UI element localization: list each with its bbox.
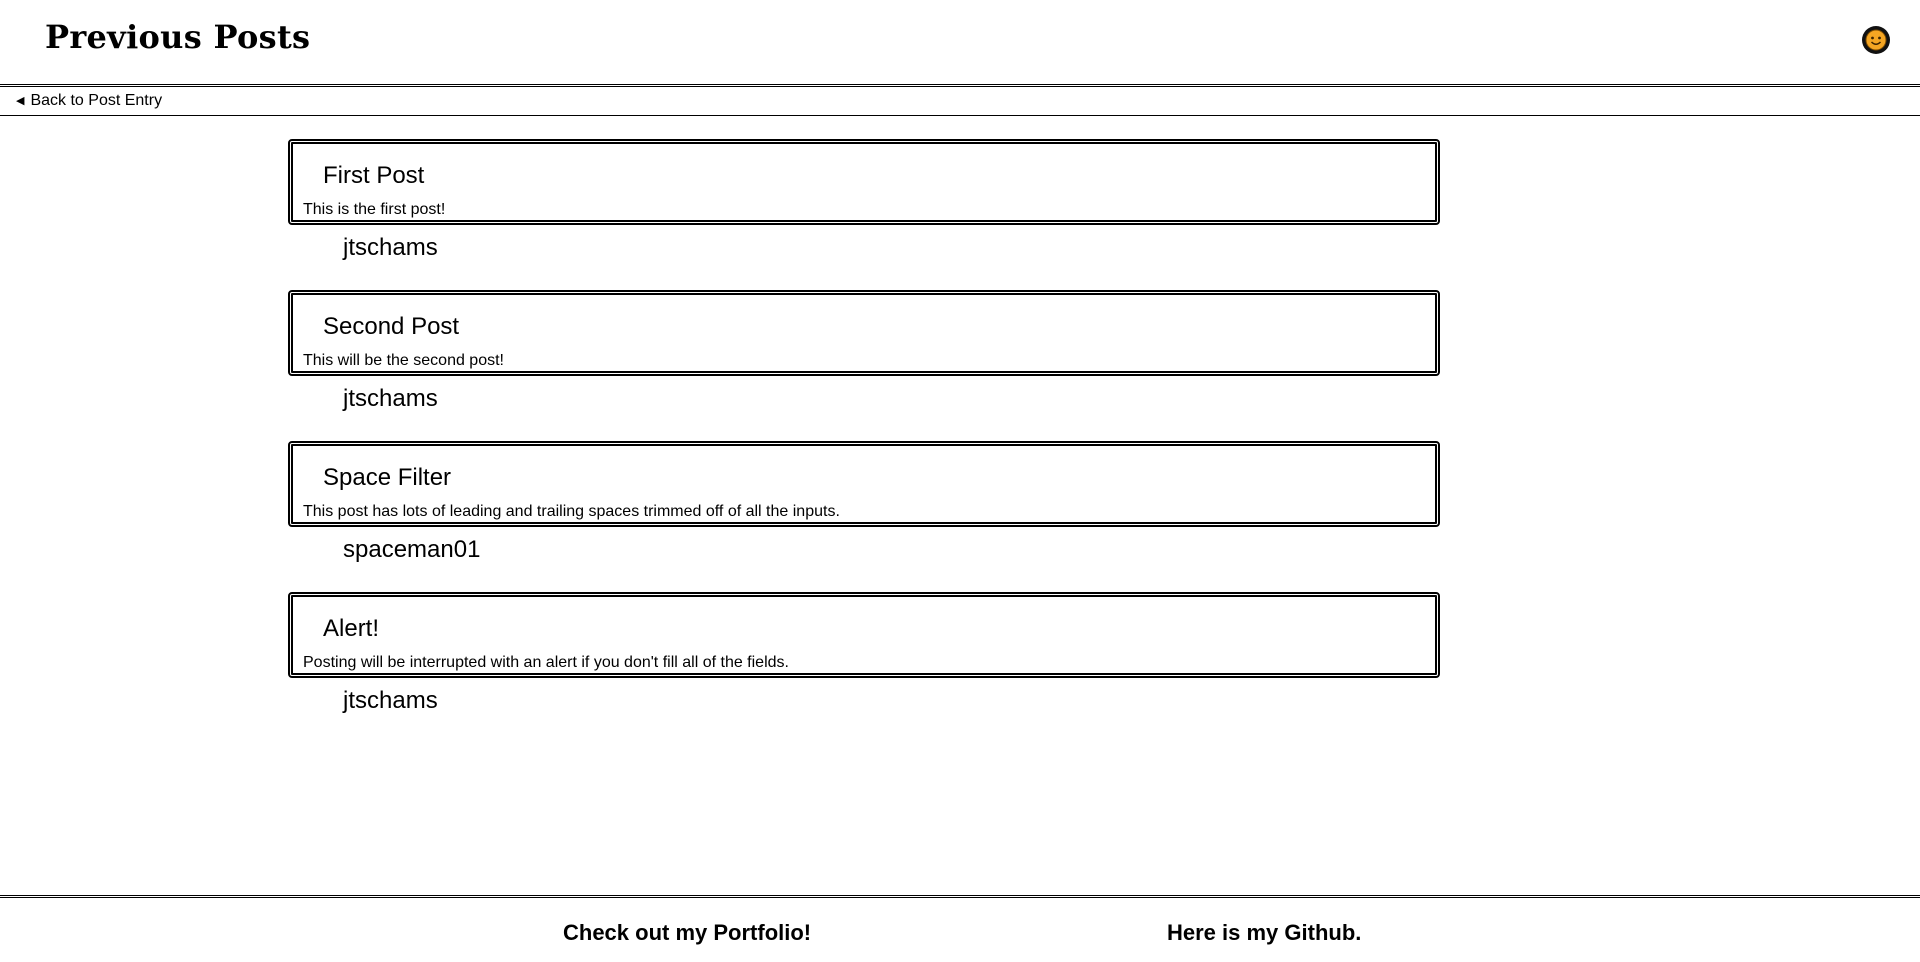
- back-link-label: Back to Post Entry: [30, 92, 163, 109]
- post-author: spaceman01: [343, 536, 481, 563]
- page-header: Previous Posts: [0, 0, 1920, 84]
- post-body: This post has lots of leading and traili…: [303, 503, 840, 520]
- post-author: jtschams: [343, 385, 438, 412]
- post-item: First Post This is the first post! jtsch…: [288, 139, 1440, 265]
- post-author: jtschams: [343, 234, 438, 261]
- post-card: Alert! Posting will be interrupted with …: [288, 592, 1440, 678]
- post-card: First Post This is the first post!: [288, 139, 1440, 225]
- post-list: First Post This is the first post! jtsch…: [288, 139, 1440, 743]
- smiley-avatar-icon: [1865, 29, 1887, 51]
- page-footer: Check out my Portfolio! Here is my Githu…: [0, 895, 1920, 958]
- post-title: Alert!: [323, 615, 380, 642]
- post-item: Second Post This will be the second post…: [288, 290, 1440, 416]
- post-title: Second Post: [323, 313, 460, 340]
- post-card: Space Filter This post has lots of leadi…: [288, 441, 1440, 527]
- post-author: jtschams: [343, 687, 438, 714]
- github-link[interactable]: Here is my Github.: [1167, 920, 1361, 946]
- footer-links: Check out my Portfolio! Here is my Githu…: [0, 898, 1920, 958]
- portfolio-link[interactable]: Check out my Portfolio!: [563, 920, 811, 946]
- avatar[interactable]: [1862, 26, 1890, 54]
- chevron-left-icon: ◀: [16, 94, 25, 107]
- post-body: This is the first post!: [303, 201, 446, 218]
- post-title: Space Filter: [323, 464, 452, 491]
- post-body: This will be the second post!: [303, 352, 504, 369]
- post-item: Space Filter This post has lots of leadi…: [288, 441, 1440, 567]
- nav-bar: ◀ Back to Post Entry: [0, 87, 1920, 116]
- back-to-post-entry-link[interactable]: ◀ Back to Post Entry: [16, 92, 162, 110]
- post-body: Posting will be interrupted with an aler…: [303, 654, 789, 671]
- post-item: Alert! Posting will be interrupted with …: [288, 592, 1440, 718]
- page-title: Previous Posts: [45, 18, 311, 56]
- post-card: Second Post This will be the second post…: [288, 290, 1440, 376]
- post-title: First Post: [323, 162, 425, 189]
